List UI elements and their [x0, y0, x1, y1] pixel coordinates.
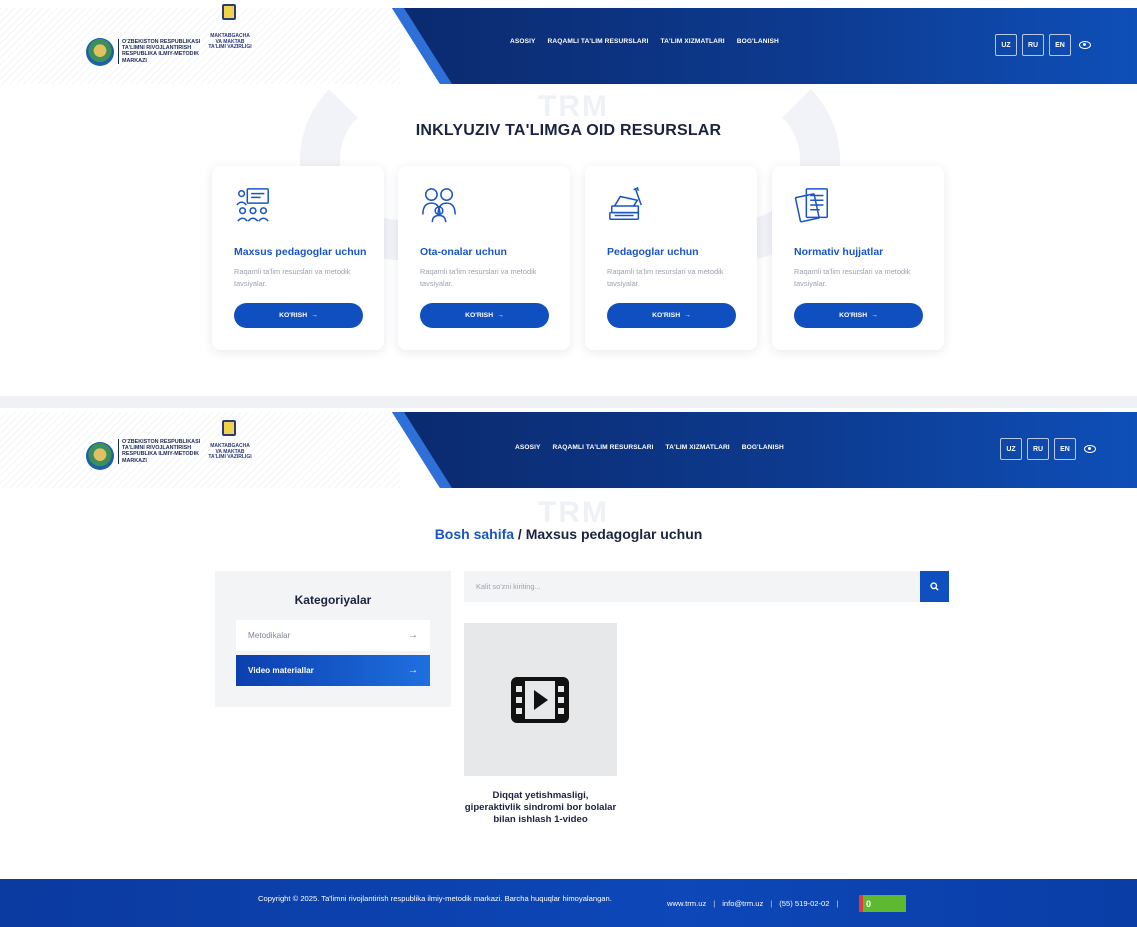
nav-item-services[interactable]: TA'LIM XIZMATLARI: [666, 444, 730, 451]
arrow-right-icon: →: [408, 630, 418, 641]
categories-panel: Kategoriyalar Metodikalar → Video materi…: [215, 571, 451, 707]
nav-item-resources[interactable]: RAQAMLI TA'LIM RESURSLARI: [553, 444, 654, 451]
main-nav: ASOSIY RAQAMLI TA'LIM RESURSLARI TA'LIM …: [515, 444, 784, 451]
category-item-metodikalar[interactable]: Metodikalar →: [236, 620, 430, 651]
watermark-text: TRM: [538, 90, 609, 123]
lang-ru-button[interactable]: RU: [1022, 34, 1044, 56]
section-inclusive-resources: TRM O'ZBEKISTON RESPUBLIKASI TA'LIMNI RI…: [0, 0, 1137, 396]
lang-ru-button[interactable]: RU: [1027, 438, 1049, 460]
site-header-second: O'ZBEKISTON RESPUBLIKASI TA'LIMNI RIVOJL…: [0, 412, 1137, 488]
watermark-text: TRM: [538, 496, 609, 529]
card-title: Ota-onalar uchun: [420, 246, 507, 258]
resource-card-normative-documents: Normativ hujjatlar Raqamli ta'lim resurs…: [772, 166, 944, 350]
documents-icon: [794, 188, 829, 223]
section-divider: [0, 396, 1137, 408]
resource-card-special-teachers: Maxsus pedagoglar uchun Raqamli ta'lim r…: [212, 166, 384, 350]
arrow-right-icon: →: [408, 665, 418, 676]
card-description: Raqamli ta'lim resurslari va metodik tav…: [420, 267, 537, 288]
categories-title: Kategoriyalar: [294, 593, 372, 607]
card-description: Raqamli ta'lim resurslari va metodik tav…: [607, 267, 724, 288]
copyright-text: Copyright © 2025. Ta'limni rivojlantiris…: [258, 894, 612, 903]
language-switcher: UZ RU EN: [995, 34, 1091, 56]
view-button[interactable]: KO'RISH →: [794, 303, 923, 328]
search-button[interactable]: [920, 571, 949, 602]
site-header: O'ZBEKISTON RESPUBLIKASI TA'LIMNI RIVOJL…: [0, 4, 1137, 84]
nav-item-resources[interactable]: RAQAMLI TA'LIM RESURSLARI: [548, 38, 649, 45]
card-title: Normativ hujjatlar: [794, 246, 884, 258]
breadcrumb-separator: /: [514, 526, 526, 542]
org-name[interactable]: O'ZBEKISTON RESPUBLIKASI TA'LIMNI RIVOJL…: [118, 39, 202, 64]
resource-card-parents: Ota-onalar uchun Raqamli ta'lim resursla…: [398, 166, 570, 350]
nav-item-services[interactable]: TA'LIM XIZMATLARI: [661, 38, 725, 45]
breadcrumb-current: Maxsus pedagoglar uchun: [525, 526, 703, 542]
ministry-logo-icon: [222, 420, 236, 436]
card-description: Raqamli ta'lim resurslari va metodik tav…: [794, 267, 911, 288]
view-button[interactable]: KO'RISH →: [607, 303, 736, 328]
visitor-counter-badge[interactable]: 0: [859, 895, 906, 912]
category-item-video-materials[interactable]: Video materiallar →: [236, 655, 430, 686]
arrow-right-icon: →: [497, 312, 504, 319]
video-thumbnail[interactable]: [464, 623, 617, 776]
email-link[interactable]: info@trm.uz: [722, 899, 763, 908]
resource-card-teachers: Pedagoglar uchun Raqamli ta'lim resursla…: [585, 166, 757, 350]
view-button[interactable]: KO'RISH →: [234, 303, 363, 328]
card-title: Maxsus pedagoglar uchun: [234, 246, 367, 258]
ministry-name[interactable]: MAKTABGACHA VA MAKTAB TA'LIMI VAZIRLIGI: [204, 443, 256, 461]
arrow-right-icon: →: [311, 312, 318, 319]
arrow-right-icon: →: [684, 312, 691, 319]
arrow-right-icon: →: [871, 312, 878, 319]
card-title: Pedagoglar uchun: [607, 246, 699, 258]
state-emblem-logo[interactable]: [86, 38, 114, 66]
phone-link[interactable]: (55) 519-02-02: [779, 899, 829, 908]
language-switcher: UZ RU EN: [1000, 438, 1096, 460]
state-emblem-logo[interactable]: [86, 442, 114, 470]
footer-contacts: www.trm.uz | info@trm.uz | (55) 519-02-0…: [667, 899, 839, 908]
org-name[interactable]: O'ZBEKISTON RESPUBLIKASI TA'LIMNI RIVOJL…: [118, 439, 202, 464]
site-footer: Copyright © 2025. Ta'limni rivojlantiris…: [0, 879, 1137, 927]
counter-value: 0: [866, 898, 872, 909]
ministry-logo-icon: [222, 4, 236, 20]
parents-icon: [422, 188, 456, 223]
eye-icon[interactable]: [1084, 445, 1096, 453]
website-link[interactable]: www.trm.uz: [667, 899, 706, 908]
lang-uz-button[interactable]: UZ: [995, 34, 1017, 56]
books-pen-icon: [609, 186, 642, 221]
video-title-link[interactable]: Diqqat yetishmasligi, giperaktivlik sind…: [464, 790, 617, 826]
search-icon: [930, 582, 939, 591]
ministry-name[interactable]: MAKTABGACHA VA MAKTAB TA'LIMI VAZIRLIGI: [204, 33, 256, 51]
lang-en-button[interactable]: EN: [1049, 34, 1071, 56]
card-description: Raqamli ta'lim resurslari va metodik tav…: [234, 267, 351, 288]
breadcrumb-home-link[interactable]: Bosh sahifa: [435, 526, 514, 542]
breadcrumb: Bosh sahifa / Maxsus pedagoglar uchun: [0, 526, 1137, 542]
nav-item-asosiy[interactable]: ASOSIY: [515, 444, 541, 451]
lang-en-button[interactable]: EN: [1054, 438, 1076, 460]
page-title: INKLYUZIV TA'LIMGA OID RESURSLAR: [415, 122, 722, 139]
film-play-icon: [511, 677, 569, 723]
eye-icon[interactable]: [1079, 41, 1091, 49]
nav-item-contact[interactable]: BOG'LANISH: [742, 444, 784, 451]
main-nav: ASOSIY RAQAMLI TA'LIM RESURSLARI TA'LIM …: [510, 38, 779, 45]
teacher-board-icon: [236, 188, 269, 222]
nav-item-asosiy[interactable]: ASOSIY: [510, 38, 536, 45]
search-input[interactable]: [464, 571, 920, 602]
nav-item-contact[interactable]: BOG'LANISH: [737, 38, 779, 45]
view-button[interactable]: KO'RISH →: [420, 303, 549, 328]
lang-uz-button[interactable]: UZ: [1000, 438, 1022, 460]
